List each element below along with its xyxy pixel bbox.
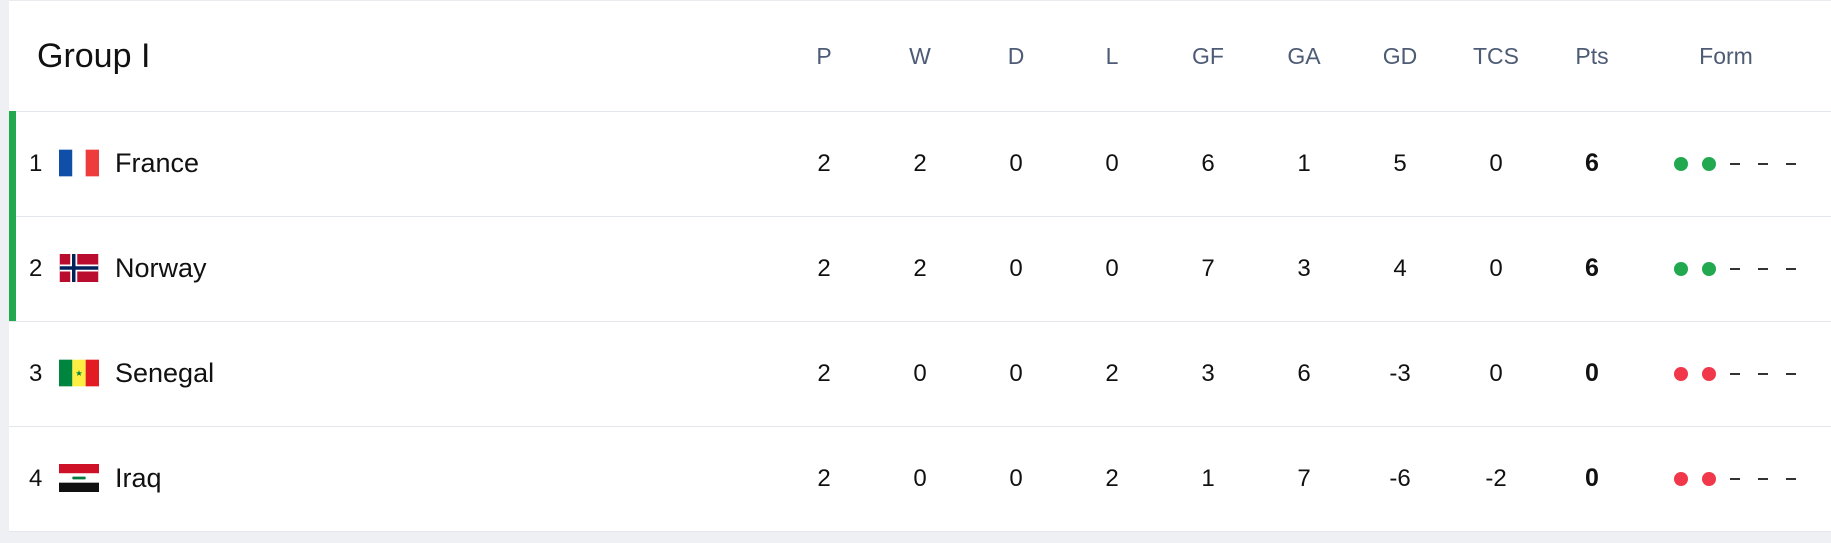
column-header-tcs[interactable]: TCS xyxy=(1456,1,1536,111)
form-empty-dash xyxy=(1758,267,1768,270)
form-loss-dot xyxy=(1702,366,1716,381)
table-row[interactable]: 4 Iraq 2 0 0 2 1 7 -6 -2 0 xyxy=(9,426,1831,532)
table-row[interactable]: 1 France 2 2 0 0 6 1 5 0 6 xyxy=(9,111,1831,217)
form-loss-dot xyxy=(1674,366,1688,381)
stat-goals-against: 6 xyxy=(1297,360,1311,387)
stat-goals-for: 6 xyxy=(1201,150,1215,177)
iraq-flag-icon xyxy=(59,464,99,492)
qualification-indicator xyxy=(9,111,16,216)
form-empty-dash xyxy=(1730,477,1740,480)
stat-points: 0 xyxy=(1585,464,1599,492)
team-rank: 4 xyxy=(29,465,43,492)
column-header-lost[interactable]: L xyxy=(1072,1,1152,111)
stat-goals-for: 7 xyxy=(1201,255,1215,282)
stat-goal-difference: -3 xyxy=(1389,360,1411,387)
form-empty-dash xyxy=(1758,162,1768,165)
stat-drawn: 0 xyxy=(1009,360,1023,387)
stat-goals-against: 7 xyxy=(1297,465,1311,492)
stat-drawn: 0 xyxy=(1009,255,1023,282)
stat-won: 2 xyxy=(913,150,927,177)
team-rank: 1 xyxy=(29,150,43,177)
form-win-dot xyxy=(1702,261,1716,276)
column-header-goals-against[interactable]: GA xyxy=(1264,1,1344,111)
stat-drawn: 0 xyxy=(1009,465,1023,492)
senegal-flag-icon xyxy=(59,359,99,387)
table-row[interactable]: 2 Norway 2 2 0 0 7 3 4 0 6 xyxy=(9,216,1831,322)
form-win-dot xyxy=(1702,156,1716,171)
stat-tcs: 0 xyxy=(1489,150,1503,177)
stat-goal-difference: 4 xyxy=(1393,255,1407,282)
france-flag-icon xyxy=(59,149,99,177)
stat-lost: 0 xyxy=(1105,255,1119,282)
norway-flag-icon xyxy=(59,254,99,282)
column-header-drawn[interactable]: D xyxy=(976,1,1056,111)
form-guide xyxy=(1674,111,1814,216)
stat-lost: 0 xyxy=(1105,150,1119,177)
column-header-goal-difference[interactable]: GD xyxy=(1360,1,1440,111)
form-empty-dash xyxy=(1730,267,1740,270)
stat-played: 2 xyxy=(817,465,831,492)
column-header-points[interactable]: Pts xyxy=(1552,1,1632,111)
form-loss-dot xyxy=(1702,471,1716,486)
form-empty-dash xyxy=(1758,372,1768,375)
form-guide xyxy=(1674,321,1814,426)
group-title: Group I xyxy=(37,37,151,75)
column-header-played[interactable]: P xyxy=(784,1,864,111)
form-guide xyxy=(1674,216,1814,321)
form-empty-dash xyxy=(1786,162,1796,165)
form-empty-dash xyxy=(1786,267,1796,270)
column-header-form: Form xyxy=(1699,43,1753,69)
stat-played: 2 xyxy=(817,150,831,177)
stat-drawn: 0 xyxy=(1009,150,1023,177)
stat-goals-against: 1 xyxy=(1297,150,1311,177)
stat-played: 2 xyxy=(817,255,831,282)
standings-table: Group I P W D L GF GA GD TCS Pts Form 1 … xyxy=(9,0,1831,532)
qualification-indicator xyxy=(9,216,16,321)
stat-goals-for: 1 xyxy=(1201,465,1215,492)
team-name[interactable]: France xyxy=(115,111,199,216)
stat-tcs: 0 xyxy=(1489,360,1503,387)
form-empty-dash xyxy=(1730,372,1740,375)
team-name[interactable]: Senegal xyxy=(115,321,214,426)
form-guide xyxy=(1674,426,1814,531)
form-empty-dash xyxy=(1730,162,1740,165)
table-header: Group I P W D L GF GA GD TCS Pts Form xyxy=(9,1,1831,112)
stat-goals-against: 3 xyxy=(1297,255,1311,282)
column-header-won[interactable]: W xyxy=(880,1,960,111)
stat-won: 0 xyxy=(913,360,927,387)
stat-tcs: 0 xyxy=(1489,255,1503,282)
table-row[interactable]: 3 Senegal 2 0 0 2 3 6 -3 0 0 xyxy=(9,321,1831,427)
stat-goals-for: 3 xyxy=(1201,360,1215,387)
stat-won: 0 xyxy=(913,465,927,492)
form-empty-dash xyxy=(1758,477,1768,480)
form-loss-dot xyxy=(1674,471,1688,486)
column-header-goals-for[interactable]: GF xyxy=(1168,1,1248,111)
team-name[interactable]: Norway xyxy=(115,216,207,321)
team-rank: 3 xyxy=(29,360,43,387)
team-rank: 2 xyxy=(29,255,43,282)
stat-goal-difference: 5 xyxy=(1393,150,1407,177)
form-win-dot xyxy=(1674,156,1688,171)
form-empty-dash xyxy=(1786,477,1796,480)
stat-tcs: -2 xyxy=(1485,465,1507,492)
stat-points: 0 xyxy=(1585,359,1599,387)
stat-lost: 2 xyxy=(1105,465,1119,492)
stat-lost: 2 xyxy=(1105,360,1119,387)
stat-points: 6 xyxy=(1585,149,1599,177)
team-name[interactable]: Iraq xyxy=(115,426,162,531)
stat-points: 6 xyxy=(1585,254,1599,282)
form-win-dot xyxy=(1674,261,1688,276)
form-empty-dash xyxy=(1786,372,1796,375)
stat-played: 2 xyxy=(817,360,831,387)
stat-won: 2 xyxy=(913,255,927,282)
stat-goal-difference: -6 xyxy=(1389,465,1411,492)
